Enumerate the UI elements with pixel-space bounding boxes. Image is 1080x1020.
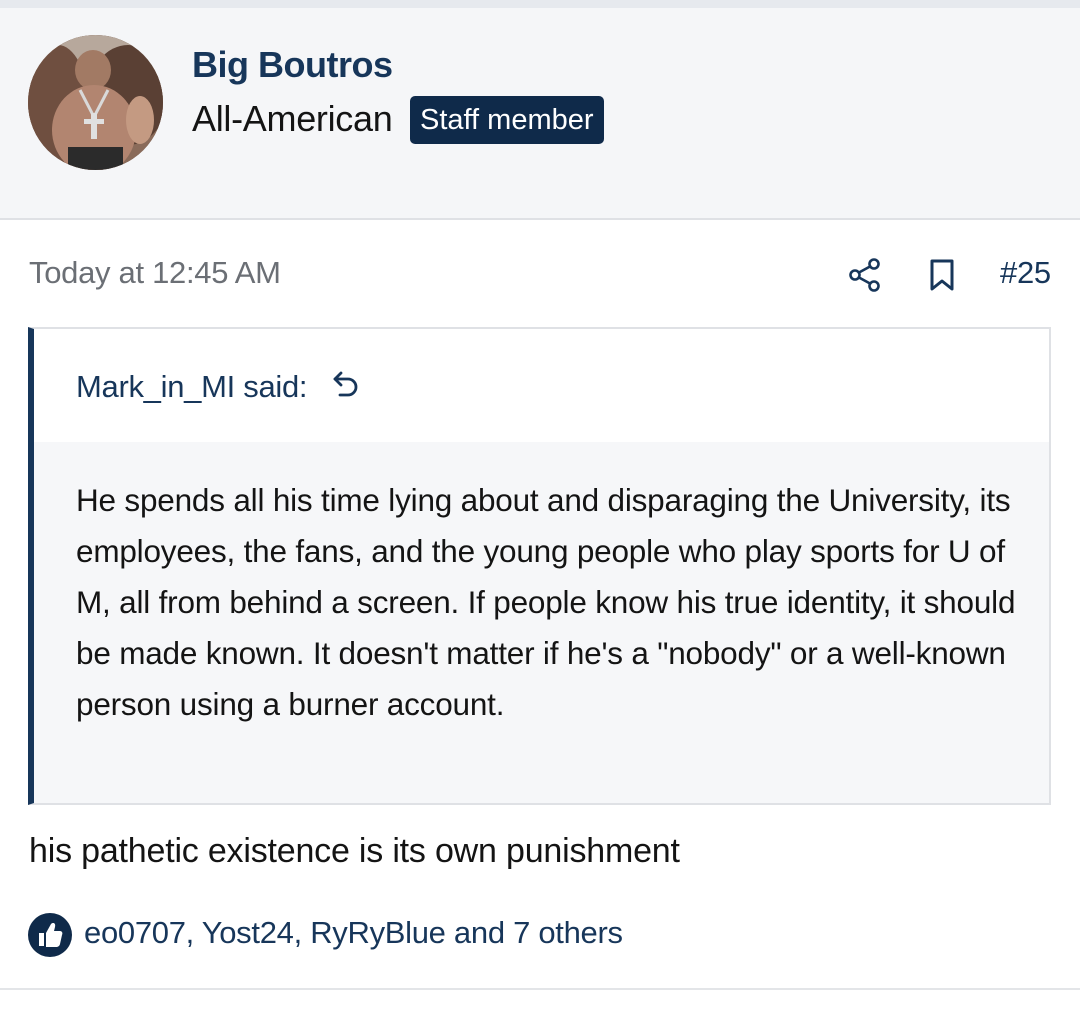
post-body: his pathetic existence is its own punish… [29, 832, 680, 870]
user-header: Big Boutros All-American Staff member [0, 8, 1080, 220]
avatar[interactable] [28, 35, 163, 170]
quote-block: Mark_in_MI said: He spends all his time … [28, 327, 1051, 805]
reply-arrow-icon[interactable] [332, 369, 360, 399]
post-timestamp[interactable]: Today at 12:45 AM [29, 255, 281, 291]
post-divider [0, 988, 1080, 990]
avatar-photo [28, 35, 163, 170]
bookmark-icon[interactable] [928, 258, 956, 292]
reactions-list[interactable]: eo0707, Yost24, RyRyBlue and 7 others [84, 915, 623, 951]
post-number-link[interactable]: #25 [1000, 255, 1051, 291]
share-icon[interactable] [848, 257, 882, 293]
user-title: All-American [192, 98, 393, 139]
thumbs-up-icon[interactable] [28, 913, 72, 957]
quote-header: Mark_in_MI said: [34, 329, 1049, 442]
top-strip [0, 0, 1080, 8]
quote-author-link[interactable]: Mark_in_MI said: [76, 369, 308, 405]
staff-badge: Staff member [410, 96, 604, 144]
username-link[interactable]: Big Boutros [192, 44, 393, 86]
quote-text: He spends all his time lying about and d… [76, 482, 1016, 722]
